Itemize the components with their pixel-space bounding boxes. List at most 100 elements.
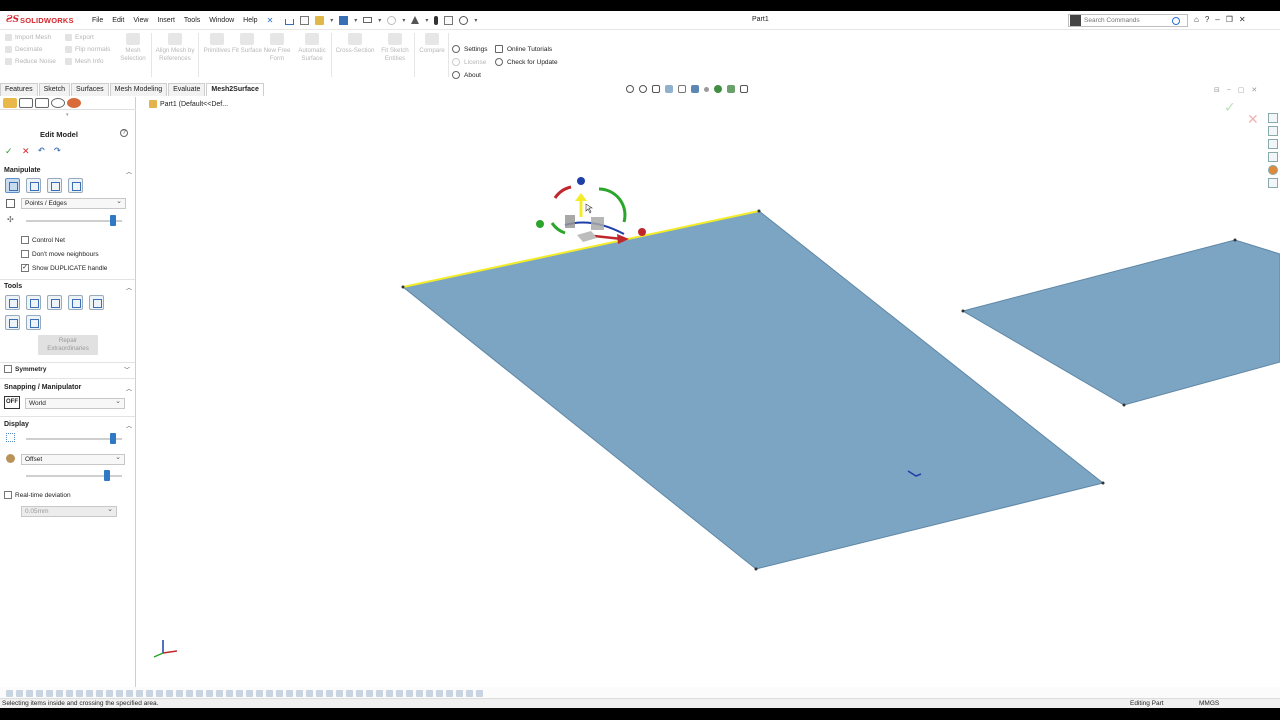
slider-thumb[interactable] bbox=[104, 470, 110, 481]
handle-blue[interactable] bbox=[577, 177, 585, 185]
tool-icon[interactable] bbox=[96, 689, 103, 697]
realtime-deviation-checkbox[interactable]: Real-time deviation bbox=[4, 491, 71, 499]
configuration-manager-tab-icon[interactable] bbox=[35, 98, 49, 108]
vertex-point[interactable] bbox=[961, 309, 965, 313]
vertex-point[interactable] bbox=[757, 209, 761, 213]
tool-icon[interactable] bbox=[456, 689, 463, 697]
confirm-corner-cancel-icon[interactable]: ✕ bbox=[1247, 111, 1259, 128]
select-arrow-icon[interactable] bbox=[411, 16, 420, 24]
tool-icon[interactable] bbox=[286, 689, 293, 697]
collapse-arrow-icon[interactable]: ▾ bbox=[66, 112, 69, 118]
about-button[interactable]: About bbox=[452, 71, 481, 79]
handle-red[interactable] bbox=[638, 228, 646, 236]
zoom-to-fit-icon[interactable] bbox=[626, 85, 634, 93]
chevron-down-icon[interactable]: ▾ bbox=[354, 17, 357, 24]
hide-show-items-icon[interactable] bbox=[704, 86, 709, 92]
help-icon[interactable]: ? bbox=[1205, 15, 1209, 24]
search-commands[interactable] bbox=[1068, 14, 1188, 27]
tool-icon[interactable] bbox=[206, 689, 213, 697]
tab-mesh-modeling[interactable]: Mesh Modeling bbox=[109, 83, 168, 96]
selection-mode-dropdown[interactable]: Points / Edges bbox=[21, 197, 126, 209]
chevron-up-icon[interactable]: ︿ bbox=[126, 384, 132, 393]
tool-icon[interactable] bbox=[86, 689, 93, 697]
tool-icon[interactable] bbox=[326, 689, 333, 697]
previous-view-icon[interactable] bbox=[652, 85, 660, 93]
tool-icon[interactable] bbox=[426, 689, 433, 697]
minimize-document-icon[interactable]: – bbox=[1227, 86, 1231, 94]
tool-icon[interactable] bbox=[476, 689, 483, 697]
custom-properties-icon[interactable] bbox=[1267, 178, 1278, 188]
repair-extraordinaries-button[interactable]: Repair Extraordinaries bbox=[38, 335, 98, 355]
appearances-icon[interactable] bbox=[1267, 165, 1278, 175]
tool-icon[interactable] bbox=[106, 689, 113, 697]
tool-icon[interactable] bbox=[156, 689, 163, 697]
menu-tools[interactable]: Tools bbox=[184, 17, 200, 24]
lasso-mode-button[interactable] bbox=[26, 178, 41, 193]
tab-evaluate[interactable]: Evaluate bbox=[168, 83, 206, 96]
tools-section-header[interactable]: Tools ︿ bbox=[4, 283, 132, 292]
tool-icon[interactable] bbox=[446, 689, 453, 697]
undo-icon[interactable] bbox=[387, 15, 397, 25]
tool-icon[interactable] bbox=[216, 689, 223, 697]
tool-icon[interactable] bbox=[396, 689, 403, 697]
plane-handle-yz[interactable] bbox=[591, 217, 604, 230]
tool-icon[interactable] bbox=[196, 689, 203, 697]
display-slider[interactable] bbox=[26, 433, 122, 444]
tool-icon[interactable] bbox=[266, 689, 273, 697]
tool-icon[interactable] bbox=[386, 689, 393, 697]
tool-icon[interactable] bbox=[316, 689, 323, 697]
restore-document-icon[interactable]: ⊟ bbox=[1214, 86, 1220, 94]
checkbox-box[interactable] bbox=[4, 365, 12, 373]
chevron-down-icon[interactable]: ▾ bbox=[425, 17, 428, 24]
tab-sketch[interactable]: Sketch bbox=[38, 83, 71, 96]
snap-toggle-button[interactable]: OFF bbox=[4, 396, 20, 409]
curve-tool-button[interactable] bbox=[68, 295, 83, 310]
design-library-icon[interactable] bbox=[1267, 126, 1278, 136]
zoom-to-area-icon[interactable] bbox=[639, 85, 647, 93]
chevron-up-icon[interactable]: ︿ bbox=[126, 167, 132, 176]
snapping-section-header[interactable]: Snapping / Manipulator ︿ bbox=[4, 384, 132, 393]
fit-sketch-entities-button[interactable]: Fit Sketch Entities bbox=[378, 33, 412, 63]
online-tutorials-button[interactable]: Online Tutorials bbox=[495, 45, 552, 53]
handle-green[interactable] bbox=[536, 220, 544, 228]
new-free-form-button[interactable]: New Free Form bbox=[260, 33, 294, 63]
home-icon[interactable]: ⌂ bbox=[1194, 15, 1199, 24]
split-mode-button[interactable] bbox=[68, 178, 83, 193]
home-icon[interactable] bbox=[285, 18, 295, 25]
vertex-point[interactable] bbox=[401, 285, 405, 289]
chevron-down-icon[interactable]: ▾ bbox=[378, 17, 381, 24]
cancel-x-icon[interactable]: ✕ bbox=[22, 146, 30, 157]
new-document-icon[interactable] bbox=[300, 15, 310, 25]
display-manager-tab-icon[interactable] bbox=[67, 98, 81, 108]
tool-icon[interactable] bbox=[376, 689, 383, 697]
tool-icon[interactable] bbox=[466, 689, 473, 697]
pin-menu-icon[interactable]: ✕ bbox=[267, 16, 274, 25]
search-type-icon[interactable] bbox=[1070, 15, 1081, 26]
slider-thumb[interactable] bbox=[110, 215, 116, 226]
chevron-up-icon[interactable]: ︿ bbox=[126, 283, 132, 292]
tool-icon[interactable] bbox=[416, 689, 423, 697]
vertex-point[interactable] bbox=[754, 567, 758, 571]
chevron-down-icon[interactable]: ▾ bbox=[330, 17, 333, 24]
menu-window[interactable]: Window bbox=[209, 17, 234, 24]
section-view-icon[interactable] bbox=[665, 85, 673, 93]
view-palette-icon[interactable] bbox=[1267, 152, 1278, 162]
dimxpert-tab-icon[interactable] bbox=[51, 98, 65, 108]
rotate-x-ring[interactable] bbox=[553, 185, 572, 199]
tool-icon[interactable] bbox=[406, 689, 413, 697]
align-mesh-button[interactable]: Align Mesh by References bbox=[154, 33, 196, 63]
automatic-surface-button[interactable]: Automatic Surface bbox=[295, 33, 329, 63]
tool-icon[interactable] bbox=[16, 689, 23, 697]
tool-icon[interactable] bbox=[366, 689, 373, 697]
file-properties-icon[interactable] bbox=[444, 15, 454, 25]
insert-edge-tool-button[interactable] bbox=[26, 295, 41, 310]
settings-button[interactable]: Settings bbox=[452, 45, 488, 53]
tool-icon[interactable] bbox=[146, 689, 153, 697]
chevron-down-icon[interactable]: ▾ bbox=[474, 17, 477, 24]
appearance-icon[interactable] bbox=[714, 85, 722, 93]
solidworks-logo[interactable]: ƧS SOLIDWORKS bbox=[6, 15, 82, 25]
ribbon-export[interactable]: Export bbox=[65, 34, 94, 41]
units-selector[interactable]: MMGS bbox=[1199, 700, 1219, 707]
license-button[interactable]: License bbox=[452, 58, 486, 66]
help-icon[interactable]: ? bbox=[120, 129, 128, 137]
